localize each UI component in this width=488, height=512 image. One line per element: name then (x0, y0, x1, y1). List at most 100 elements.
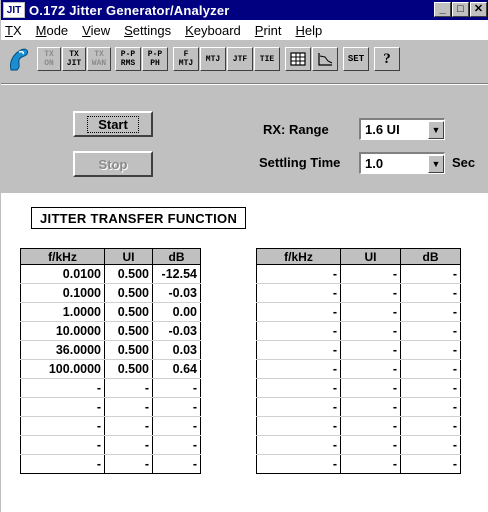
table-row: --- (256, 397, 461, 417)
table-row: --- (20, 454, 201, 474)
cell-db: - (400, 340, 461, 360)
f-mtj-button[interactable]: F MTJ (173, 47, 199, 71)
cell-db: - (400, 321, 461, 341)
stop-button[interactable]: Stop (73, 151, 153, 177)
cell-ui: - (104, 397, 153, 417)
cell-freq: - (256, 378, 341, 398)
rx-range-value: 1.6 UI (365, 122, 400, 137)
cell-db: 0.00 (152, 302, 201, 322)
table-row: --- (256, 454, 461, 474)
table-row: --- (256, 340, 461, 360)
cell-ui: - (340, 264, 401, 284)
cell-freq: - (20, 416, 105, 436)
cell-db: -12.54 (152, 264, 201, 284)
cell-freq: 0.0100 (20, 264, 105, 284)
help-icon: ? (383, 50, 391, 67)
section-title: JITTER TRANSFER FUNCTION (31, 207, 247, 229)
cell-ui: - (104, 454, 153, 474)
logo-icon[interactable] (7, 46, 31, 72)
cell-ui: 0.500 (104, 302, 153, 322)
start-button[interactable]: Start (73, 111, 153, 137)
tx-wan-button[interactable]: TX WAN (87, 47, 111, 71)
cell-db: - (400, 359, 461, 379)
table-header-row: f/kHz UI dB (256, 248, 461, 265)
cell-freq: 1.0000 (20, 302, 105, 322)
toolbar: TX ON TX JIT TX WAN P-P RMS P-P PH F MTJ… (1, 40, 488, 84)
cell-db: - (152, 416, 201, 436)
menu-settings-label: ettings (132, 22, 172, 38)
cell-freq: 36.0000 (20, 340, 105, 360)
cell-freq: - (256, 264, 341, 284)
table-row: --- (20, 378, 201, 398)
cell-freq: 100.0000 (20, 359, 105, 379)
results-table-left: f/kHz UI dB 0.0100 0.500 -12.54 0.1000 0.50… (20, 248, 201, 474)
grid-icon (290, 52, 306, 66)
menu-tx-accel: T (5, 22, 13, 38)
cell-db: - (152, 435, 201, 455)
cell-ui: - (104, 416, 153, 436)
settling-unit-label: Sec (452, 155, 476, 170)
maximize-button[interactable]: □ (452, 2, 469, 17)
set-button[interactable]: SET (343, 47, 369, 71)
menu-settings-accel: S (124, 22, 133, 38)
cell-ui: - (340, 435, 401, 455)
chevron-down-icon[interactable]: ▼ (428, 154, 444, 173)
settling-time-select[interactable]: 1.0 ▼ (359, 152, 445, 174)
column-header-ui: UI (340, 248, 401, 265)
close-button[interactable]: ✕ (470, 2, 487, 17)
tie-button[interactable]: TIE (254, 47, 280, 71)
control-panel: Start Stop RX: Range 1.6 UI ▼ Settling T… (1, 85, 488, 193)
cell-freq: - (20, 378, 105, 398)
cell-freq: - (20, 397, 105, 417)
cell-freq: - (256, 359, 341, 379)
mtj-button[interactable]: MTJ (200, 47, 226, 71)
menu-view-accel: V (82, 22, 91, 38)
help-button[interactable]: ? (374, 47, 400, 71)
pp-ph-button[interactable]: P-P PH (142, 47, 168, 71)
jtf-button[interactable]: JTF (227, 47, 253, 71)
cell-db: - (400, 283, 461, 303)
tx-jit-button[interactable]: TX JIT (62, 47, 86, 71)
cell-db: - (400, 435, 461, 455)
cell-db: - (400, 302, 461, 322)
column-header-db: dB (400, 248, 461, 265)
cell-db: - (400, 454, 461, 474)
app-window: JIT O.172 Jitter Generator/Analyzer _ □ … (0, 0, 488, 512)
cell-freq: - (256, 454, 341, 474)
menu-mode-label: ode (46, 22, 69, 38)
cell-db: - (152, 397, 201, 417)
cell-ui: - (340, 416, 401, 436)
menu-view[interactable]: View (82, 23, 110, 38)
cell-ui: - (340, 302, 401, 322)
graph-view-button[interactable] (312, 47, 338, 71)
cell-db: 0.64 (152, 359, 201, 379)
cell-ui: - (340, 321, 401, 341)
table-header-row: f/kHz UI dB (20, 248, 201, 265)
tx-on-button[interactable]: TX ON (37, 47, 61, 71)
cell-db: -0.03 (152, 321, 201, 341)
app-icon[interactable]: JIT (3, 2, 25, 18)
settling-time-label: Settling Time (259, 155, 341, 170)
cell-ui: 0.500 (104, 359, 153, 379)
minimize-button[interactable]: _ (434, 2, 451, 17)
cell-ui: - (340, 359, 401, 379)
column-header-db: dB (152, 248, 201, 265)
table-row: 0.1000 0.500 -0.03 (20, 283, 201, 303)
menu-mode[interactable]: Mode (36, 23, 69, 38)
menu-tx[interactable]: TX (5, 23, 22, 38)
table-view-button[interactable] (285, 47, 311, 71)
menu-help[interactable]: Help (296, 23, 323, 38)
table-row: --- (256, 302, 461, 322)
pp-rms-button[interactable]: P-P RMS (115, 47, 141, 71)
rx-range-select[interactable]: 1.6 UI ▼ (359, 118, 445, 140)
cell-freq: 0.1000 (20, 283, 105, 303)
chevron-down-icon[interactable]: ▼ (428, 120, 444, 139)
menu-print[interactable]: Print (255, 23, 282, 38)
menu-keyboard[interactable]: Keyboard (185, 23, 241, 38)
title-bar[interactable]: JIT O.172 Jitter Generator/Analyzer _ □ … (1, 0, 488, 20)
cell-db: - (152, 378, 201, 398)
cell-ui: - (340, 340, 401, 360)
cell-ui: 0.500 (104, 321, 153, 341)
table-row: --- (256, 321, 461, 341)
menu-settings[interactable]: Settings (124, 23, 171, 38)
